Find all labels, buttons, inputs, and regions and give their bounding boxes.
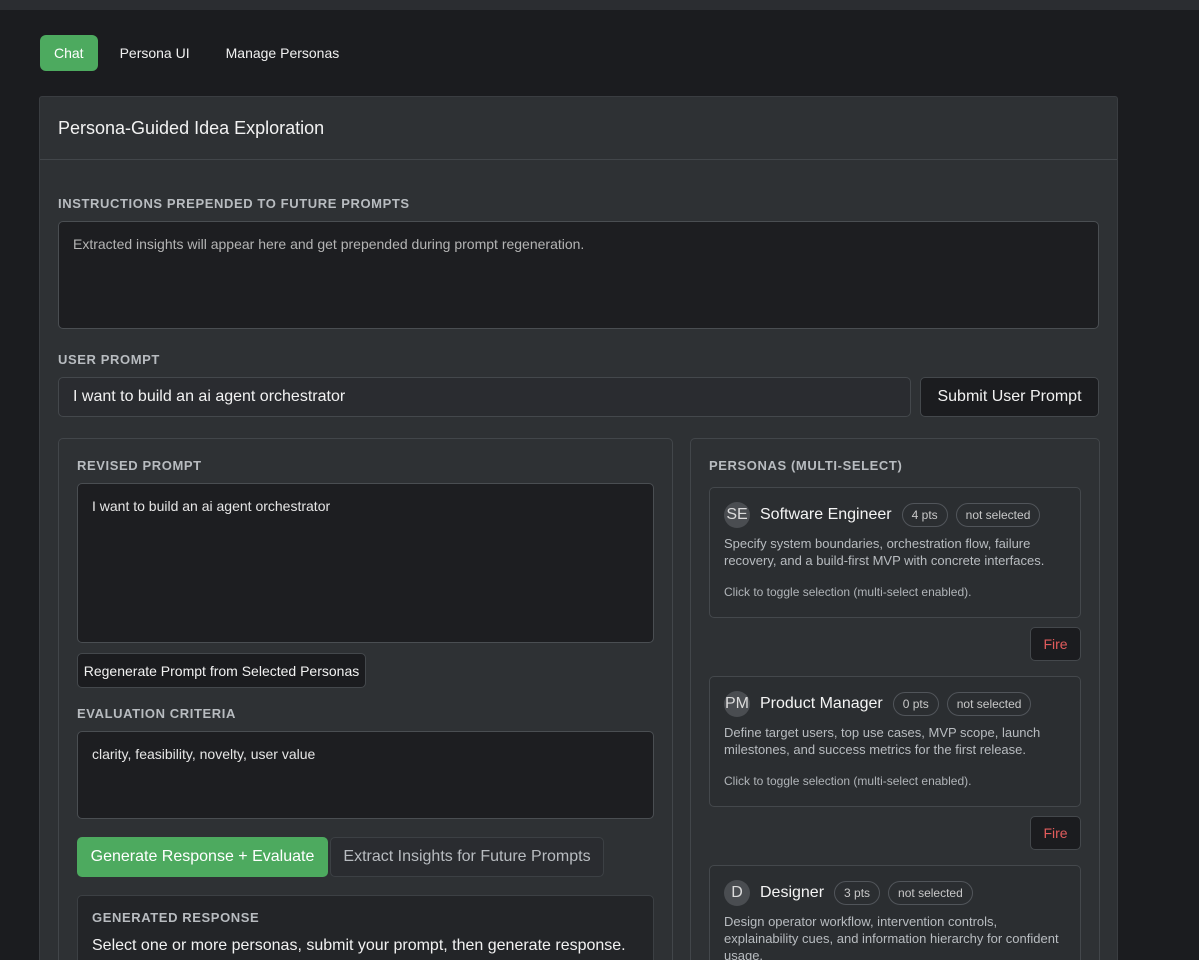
persona-description: Design operator workflow, intervention c…	[724, 914, 1059, 960]
instructions-textarea[interactable]: Extracted insights will appear here and …	[58, 221, 1099, 329]
tab-manage-personas[interactable]: Manage Personas	[212, 35, 354, 71]
persona-description: Specify system boundaries, orchestration…	[724, 536, 1045, 568]
fire-button-software-engineer[interactable]: Fire	[1030, 627, 1081, 661]
regenerate-prompt-button[interactable]: Regenerate Prompt from Selected Personas	[77, 653, 366, 688]
persona-card-designer[interactable]: D Designer 3 pts not selected Design ope…	[709, 865, 1081, 960]
points-badge: 0 pts	[892, 692, 939, 716]
persona-name: Designer	[760, 884, 825, 901]
points-badge: 3 pts	[834, 881, 881, 905]
points-badge: 4 pts	[901, 503, 948, 527]
evaluation-criteria-label: Evaluation Criteria	[77, 706, 236, 721]
persona-description: Define target users, top use cases, MVP …	[724, 725, 1041, 757]
status-badge: not selected	[955, 503, 1041, 527]
page-title: Persona-Guided Idea Exploration	[58, 118, 325, 138]
title-divider	[40, 159, 1117, 160]
instructions-label: Instructions prepended to future prompts	[58, 196, 410, 211]
submit-user-prompt-button[interactable]: Submit User Prompt	[920, 377, 1099, 417]
persona-card-product-manager[interactable]: PM Product Manager 0 pts not selected De…	[709, 676, 1081, 807]
persona-card-software-engineer[interactable]: SE Software Engineer 4 pts not selected …	[709, 487, 1081, 618]
evaluation-criteria-textarea[interactable]: clarity, feasibility, novelty, user valu…	[77, 731, 654, 819]
fire-button-product-manager[interactable]: Fire	[1030, 816, 1081, 850]
prompt-workspace: Revised Prompt I want to build an ai age…	[58, 438, 673, 960]
tab-chat[interactable]: Chat	[40, 35, 98, 71]
revised-prompt-textarea[interactable]: I want to build an ai agent orchestrator	[77, 483, 654, 643]
persona-name: Product Manager	[760, 695, 883, 712]
persona-hint: Click to toggle selection (multi-select …	[724, 585, 972, 599]
extract-insights-button[interactable]: Extract Insights for Future Prompts	[330, 837, 604, 877]
persona-hint: Click to toggle selection (multi-select …	[724, 774, 972, 788]
generate-response-button[interactable]: Generate Response + Evaluate	[77, 837, 328, 877]
main-nav: Chat Persona UI Manage Personas	[40, 35, 353, 71]
top-bar	[0, 0, 1199, 10]
avatar: PM	[724, 691, 750, 717]
generated-response-panel: Generated Response Select one or more pe…	[77, 895, 654, 960]
generated-response-label: Generated Response	[92, 910, 260, 925]
persona-name: Software Engineer	[760, 506, 892, 523]
revised-prompt-label: Revised Prompt	[77, 458, 202, 473]
personas-label: Personas (multi-select)	[709, 458, 903, 473]
status-badge: not selected	[888, 881, 973, 905]
tab-persona-ui[interactable]: Persona UI	[106, 35, 204, 71]
avatar: SE	[724, 502, 750, 528]
personas-panel: Personas (multi-select) SE Software Engi…	[690, 438, 1100, 960]
exploration-panel: Persona-Guided Idea Exploration Instruct…	[39, 96, 1118, 960]
generated-response-text: Select one or more personas, submit your…	[92, 937, 626, 954]
avatar: D	[724, 880, 750, 906]
user-prompt-label: User Prompt	[58, 352, 160, 367]
status-badge: not selected	[946, 692, 1032, 716]
user-prompt-input[interactable]: I want to build an ai agent orchestrator	[58, 377, 911, 417]
